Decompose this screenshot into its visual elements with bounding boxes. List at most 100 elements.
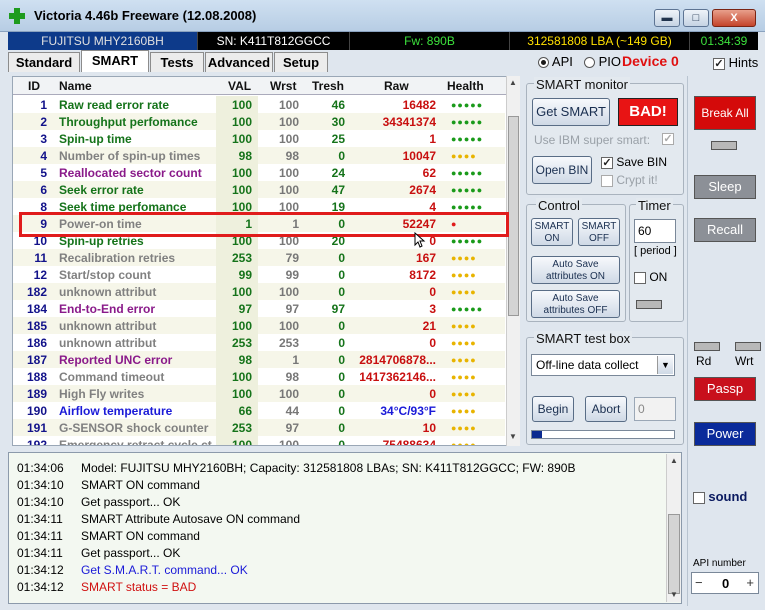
cell-id: 191 <box>26 421 47 435</box>
table-row[interactable]: 182 unknown attribut 100 100 0 0 ●●●● <box>13 283 505 300</box>
log-message: SMART status = BAD <box>81 580 197 594</box>
cell-id: 186 <box>26 336 47 350</box>
hints-label: Hints <box>728 55 759 70</box>
api-number-value[interactable]: 0 <box>722 576 729 591</box>
cell-val: 253 <box>231 251 252 265</box>
open-bin-button[interactable]: Open BIN <box>532 156 592 184</box>
sound-check[interactable] <box>693 491 705 504</box>
scroll-up-icon[interactable]: ▲ <box>670 456 678 465</box>
cell-id: 2 <box>40 115 47 129</box>
api-radio-group[interactable]: API <box>538 54 573 69</box>
tab-standard[interactable]: Standard <box>8 52 80 72</box>
crypt-checkbox[interactable]: Crypt it! <box>601 173 658 187</box>
ibm-super-smart-checkbox[interactable]: ✓ <box>662 133 674 145</box>
pio-radio[interactable] <box>584 57 595 69</box>
cell-wrst: 100 <box>278 285 299 299</box>
get-smart-button[interactable]: Get SMART <box>532 98 610 126</box>
crypt-check[interactable] <box>601 174 613 187</box>
smart-on-button[interactable]: SMART ON <box>531 218 573 246</box>
sleep-button[interactable]: Sleep <box>694 175 756 199</box>
autosave-off-button[interactable]: Auto Save attributes OFF <box>531 290 620 318</box>
write-indicator <box>735 342 761 351</box>
control-title: Control <box>536 198 582 213</box>
sound-checkbox[interactable]: sound <box>693 489 747 504</box>
timer-on-checkbox[interactable]: ON <box>634 270 667 284</box>
minimize-button[interactable]: ▬ <box>654 9 680 27</box>
table-row[interactable]: 2 Throughput perfomance 100 100 30 34341374 ●●… <box>13 113 505 130</box>
table-row[interactable]: 11 Recalibration retries 253 79 0 167 ●●●● <box>13 249 505 266</box>
cell-val: 100 <box>231 166 252 180</box>
cell-id: 184 <box>26 302 47 316</box>
table-row[interactable]: 3 Spin-up time 100 100 25 1 ●●●●● <box>13 130 505 147</box>
tab-advanced[interactable]: Advanced <box>205 52 273 72</box>
timer-on-check[interactable] <box>634 271 646 284</box>
scroll-thumb[interactable] <box>508 116 519 316</box>
highlight-frame <box>19 212 509 237</box>
col-health: Health <box>447 79 484 93</box>
cell-health: ●●●● <box>451 151 477 161</box>
log-message: SMART ON command <box>81 478 200 492</box>
table-row[interactable]: 5 Reallocated sector count 100 100 24 62 ●●●●● <box>13 164 505 181</box>
abort-button[interactable]: Abort <box>585 396 627 422</box>
cell-val: 100 <box>231 115 252 129</box>
tab-setup[interactable]: Setup <box>274 52 328 72</box>
autosave-on-button[interactable]: Auto Save attributes ON <box>531 256 620 284</box>
scroll-down-icon[interactable]: ▼ <box>509 432 517 441</box>
cell-val: 98 <box>238 149 252 163</box>
api-minus-button[interactable]: − <box>695 575 703 590</box>
table-row[interactable]: 185 unknown attribut 100 100 0 21 ●●●● <box>13 317 505 334</box>
clock: 01:34:39 <box>700 34 748 48</box>
hints-check[interactable]: ✓ <box>713 57 725 70</box>
save-bin-check[interactable]: ✓ <box>601 156 613 169</box>
drive-lba: 312581808 LBA (~149 GB) <box>510 32 690 50</box>
hints-checkbox[interactable]: ✓ Hints <box>713 55 758 70</box>
scroll-up-icon[interactable]: ▲ <box>509 78 517 87</box>
col-name: Name <box>59 79 92 93</box>
passp-button[interactable]: Passp <box>694 377 756 401</box>
log-time: 01:34:12 <box>17 563 64 577</box>
tab-smart[interactable]: SMART <box>81 50 149 72</box>
power-button[interactable]: Power <box>694 422 756 446</box>
table-row[interactable]: 189 High Fly writes 100 100 0 0 ●●●● <box>13 385 505 402</box>
cell-name: Seek error rate <box>59 183 144 197</box>
table-row[interactable]: 190 Airflow temperature 66 44 0 34°C/93°F ●●●● <box>13 402 505 419</box>
timer-period-input[interactable]: 60 <box>634 219 676 243</box>
pio-radio-group[interactable]: PIO <box>584 54 621 69</box>
chevron-down-icon[interactable]: ▼ <box>657 356 673 374</box>
api-number-spinner[interactable]: − 0 + <box>691 572 759 594</box>
log-scrollbar[interactable]: ▲ ▼ <box>666 454 681 602</box>
cell-wrst: 97 <box>285 302 299 316</box>
begin-button[interactable]: Begin <box>532 396 574 422</box>
cell-wrst: 98 <box>285 370 299 384</box>
table-row[interactable]: 188 Command timeout 100 98 0 1417362146... ●●●… <box>13 368 505 385</box>
maximize-button[interactable]: □ <box>683 9 709 27</box>
api-plus-button[interactable]: + <box>746 575 754 590</box>
table-row[interactable]: 4 Number of spin-up times 98 98 0 10047 ●●●● <box>13 147 505 164</box>
scroll-down-icon[interactable]: ▼ <box>670 590 678 599</box>
cell-health: ●●●● <box>451 440 477 446</box>
device-label: Device 0 <box>622 53 679 69</box>
table-row[interactable]: 186 unknown attribut 253 253 0 0 ●●●● <box>13 334 505 351</box>
table-row[interactable]: 187 Reported UNC error 98 1 0 2814706878... ●●… <box>13 351 505 368</box>
api-radio[interactable] <box>538 57 549 69</box>
recall-button[interactable]: Recall <box>694 218 756 242</box>
table-row[interactable]: 192 Emergency retract cycle ct 100 100 0 7548… <box>13 436 505 446</box>
smart-off-button[interactable]: SMART OFF <box>578 218 620 246</box>
window-title: Victoria 4.46b Freeware (12.08.2008) <box>34 8 257 23</box>
close-button[interactable]: X <box>712 9 756 27</box>
save-bin-checkbox[interactable]: ✓ Save BIN <box>601 155 667 169</box>
table-row[interactable]: 191 G-SENSOR shock counter 253 97 0 10 ●●●● <box>13 419 505 436</box>
cell-health: ●●●●● <box>451 100 484 110</box>
cell-val: 253 <box>231 336 252 350</box>
table-row[interactable]: 12 Start/stop count 99 99 0 8172 ●●●● <box>13 266 505 283</box>
table-row[interactable]: 1 Raw read error rate 100 100 46 16482 ●●●●● <box>13 96 505 113</box>
table-scrollbar[interactable]: ▲ ▼ <box>506 76 520 446</box>
cell-raw: 75488634 <box>382 438 436 446</box>
table-row[interactable]: 6 Seek error rate 100 100 47 2674 ●●●●● <box>13 181 505 198</box>
tab-tests[interactable]: Tests <box>150 52 204 72</box>
scroll-thumb[interactable] <box>668 514 680 594</box>
table-row[interactable]: 184 End-to-End error 97 97 97 3 ●●●●● <box>13 300 505 317</box>
cell-name: Raw read error rate <box>59 98 170 112</box>
test-type-select[interactable]: Off-line data collect ▼ <box>531 354 675 376</box>
break-all-button[interactable]: Break All <box>694 96 756 130</box>
